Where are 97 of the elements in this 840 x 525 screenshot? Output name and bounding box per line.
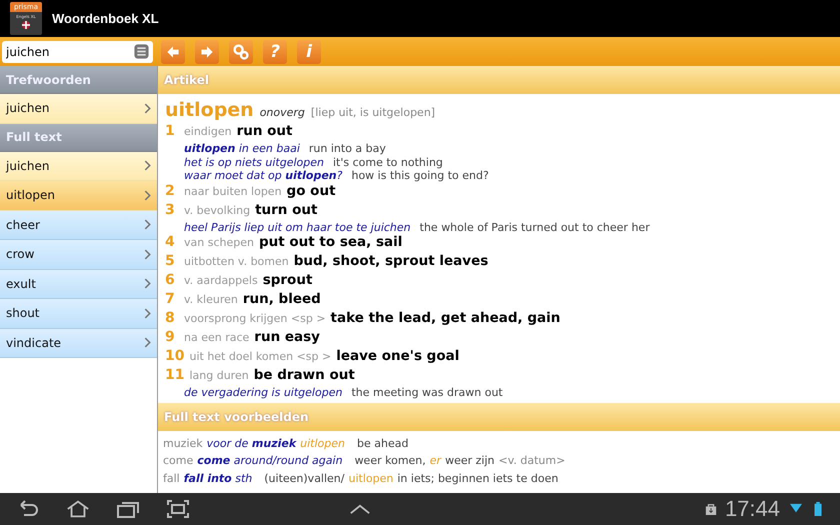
- section-header: Full text voorbeelden: [158, 403, 840, 431]
- battery-icon: [812, 502, 824, 516]
- translation-text: take the lead, get ahead, gain: [330, 310, 560, 326]
- label-text: come: [163, 453, 194, 470]
- sense-context: uit het doel komen <sp >: [189, 350, 332, 363]
- label-text: muziek: [163, 436, 203, 452]
- translation-text: run, bleed: [242, 291, 321, 307]
- example-phrase: de vergadering is uitgelopen: [184, 386, 342, 400]
- match-text: uitlopen: [348, 470, 394, 487]
- sense-context: na een race: [184, 331, 250, 344]
- translation-text: go out: [286, 182, 336, 198]
- sense-context: v. aardappels: [184, 274, 258, 287]
- result-item[interactable]: exult: [0, 270, 157, 299]
- translation-text: turn out: [255, 202, 318, 218]
- home-icon[interactable]: [66, 499, 90, 519]
- chevron-icon: [144, 160, 151, 172]
- chevron-icon: [144, 102, 151, 114]
- result-item[interactable]: juichen: [0, 152, 157, 181]
- translation-text: weer zijn: [445, 453, 494, 470]
- screenshot-icon[interactable]: [166, 499, 190, 519]
- chevron-icon: [144, 190, 151, 201]
- translation-text: weer komen,: [354, 453, 426, 470]
- result-item[interactable]: shout: [0, 299, 157, 328]
- section-header: Artikel: [158, 66, 840, 94]
- translation-text: (uiteen)vallen/: [264, 470, 344, 487]
- flag-icon: [22, 21, 30, 29]
- translation-text: bud, shoot, sprout leaves: [294, 253, 488, 269]
- section-header: Full text: [0, 124, 157, 152]
- word-forms: [liep uit, is uitgelopen]: [310, 106, 436, 119]
- section-header: Trefwoorden: [0, 66, 157, 94]
- sense-number: 7: [165, 291, 176, 307]
- sense-number: 1: [165, 123, 176, 139]
- headword: uitlopen: [165, 99, 254, 121]
- sense-context: lang duren: [189, 369, 249, 382]
- translation-text: run easy: [254, 329, 320, 345]
- chevron-icon: [144, 219, 151, 230]
- caret-icon[interactable]: [349, 504, 372, 514]
- result-item[interactable]: juichen: [0, 94, 157, 124]
- translation-text: put out to sea, sail: [258, 234, 402, 250]
- sense-number: 9: [165, 329, 176, 345]
- translation-text: in iets; beginnen iets te doen: [397, 470, 558, 487]
- result-item[interactable]: crow: [0, 240, 157, 270]
- chevron-icon: [144, 337, 151, 348]
- sense-context: v. kleuren: [184, 293, 238, 306]
- label-text: fall: [163, 470, 180, 487]
- translation-text: leave one's goal: [336, 348, 460, 364]
- app-title: Woordenboek XL: [52, 11, 159, 26]
- sense-number: 6: [165, 272, 176, 288]
- search-field[interactable]: juichen: [2, 40, 153, 62]
- match-text: uitlopen: [300, 436, 346, 452]
- sense-context: uitbotten v. bomen: [184, 255, 289, 268]
- gears-icon: [233, 44, 249, 60]
- chevron-icon: [144, 278, 151, 290]
- phrase-text: come around/round again: [197, 453, 343, 470]
- translation-text: be ahead: [357, 436, 408, 452]
- phrase-text: voor de muziek: [206, 436, 296, 452]
- example-translation: the whole of Paris turned out to cheer her: [420, 220, 650, 234]
- sense-context: van schepen: [184, 236, 254, 249]
- sense-number: 8: [165, 310, 176, 326]
- forward-button[interactable]: [195, 40, 219, 64]
- match-text: er: [430, 453, 442, 470]
- sense-number: 4: [165, 234, 176, 250]
- recent-apps-icon[interactable]: [116, 499, 140, 519]
- sense-number: 10: [165, 348, 184, 364]
- phrase-text: fall into sth: [184, 470, 252, 487]
- example-phrase: het is op niets uitgelopen: [184, 156, 324, 169]
- translation-text: be drawn out: [254, 367, 355, 383]
- sense-number: 11: [165, 367, 184, 383]
- gears-button[interactable]: [229, 40, 253, 64]
- sense-context: naar buiten lopen: [184, 184, 282, 198]
- example-phrase: uitlopen in een baai: [184, 142, 300, 156]
- translation-text: sprout: [262, 272, 312, 288]
- chevron-icon: [144, 308, 151, 319]
- chevron-icon: [144, 248, 151, 260]
- example-phrase: heel Parijs liep uit om haar toe te juichen: [184, 220, 411, 234]
- arrow-left-icon: [165, 44, 181, 60]
- sense-number: 3: [165, 202, 176, 218]
- arrow-right-icon: [199, 44, 215, 60]
- sense-number: 5: [165, 253, 176, 269]
- label-text: <v. datum>: [498, 453, 566, 470]
- result-item[interactable]: vindicate: [0, 328, 157, 358]
- example-translation: how is this going to end?: [351, 169, 489, 182]
- part-of-speech: onoverg: [260, 106, 305, 119]
- example-translation: the meeting was drawn out: [351, 386, 503, 400]
- sense-context: voorsprong krijgen <sp >: [184, 312, 326, 325]
- back-button[interactable]: [161, 40, 185, 64]
- clock: 17:44: [724, 496, 780, 522]
- shopping-bag-icon: [704, 502, 717, 516]
- translation-text: run out: [236, 123, 292, 139]
- sense-context: eindigen: [184, 125, 232, 138]
- example-translation: it's come to nothing: [332, 156, 443, 169]
- example-phrase: waar moet dat op uitlopen?: [184, 169, 342, 182]
- example-translation: run into a bay: [308, 142, 386, 156]
- sense-context: v. bevolking: [184, 204, 250, 216]
- sense-number: 2: [165, 182, 176, 198]
- result-item[interactable]: uitlopen: [0, 181, 157, 210]
- result-item[interactable]: cheer: [0, 210, 157, 240]
